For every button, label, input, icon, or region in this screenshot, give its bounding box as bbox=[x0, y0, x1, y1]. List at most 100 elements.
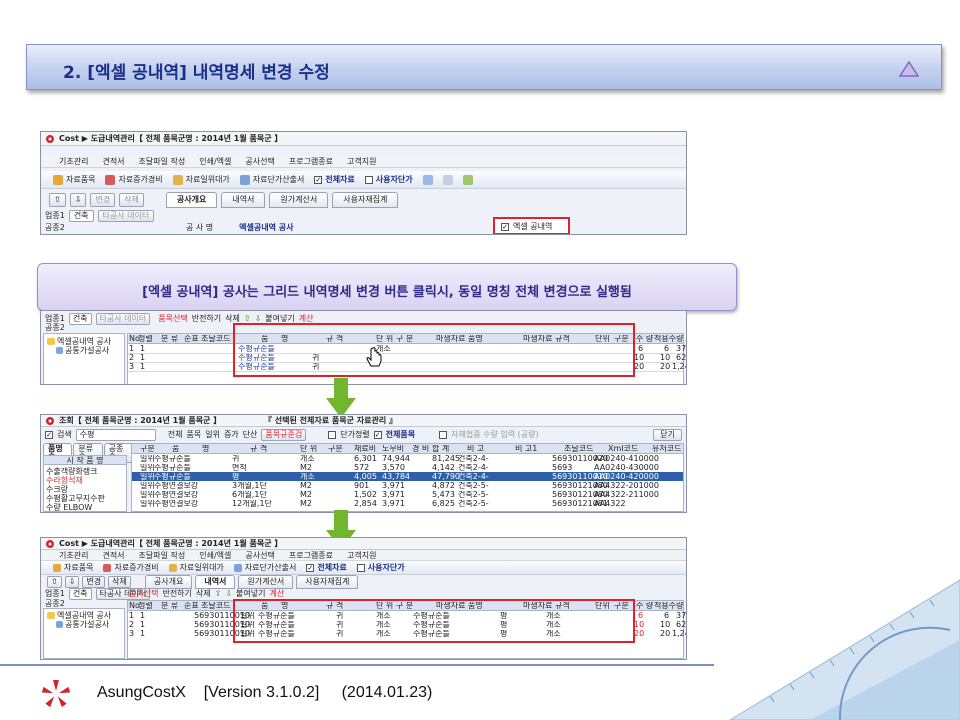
changed-columns-highlight bbox=[233, 599, 635, 643]
tree-node-project[interactable]: 엑셀공내역 공사 bbox=[47, 338, 111, 346]
tab-project-overview[interactable]: 공사개요 bbox=[144, 575, 193, 589]
table-row[interactable]: 일위 수평연결보강 12개월,1단 M2 2,854 3,971 6,825 건… bbox=[132, 499, 683, 508]
checkbox-checked-icon: ✓ bbox=[306, 563, 315, 572]
refresh-icon[interactable] bbox=[462, 174, 473, 185]
toolbar-item-materials[interactable]: 자료품목 bbox=[53, 563, 93, 572]
checkbox-checked-icon[interactable]: ✓ bbox=[45, 431, 53, 439]
tab-bill-of-quantities[interactable]: 내역서 bbox=[221, 192, 266, 208]
menu-item[interactable]: 조달파일 작성 bbox=[139, 552, 186, 560]
table-row[interactable]: 일위 수평연결보강 3개월,1단 M2 901 3,971 4,872 건축2-… bbox=[132, 481, 683, 490]
calculate-button[interactable]: 계산 bbox=[299, 315, 314, 323]
menu-item[interactable]: 공사선택 bbox=[245, 158, 274, 167]
triangle-up-icon[interactable] bbox=[898, 60, 920, 78]
category1-select[interactable]: 건축 bbox=[68, 210, 94, 222]
excel-estimate-checkbox[interactable]: ✓ 엑셀 공내역 bbox=[501, 223, 552, 231]
move-down-button[interactable]: ⇩ bbox=[69, 193, 87, 207]
menu-item[interactable]: 고객지원 bbox=[347, 158, 376, 167]
other-project-data-button[interactable]: 타공사 데이터 bbox=[97, 210, 155, 222]
table-row[interactable]: 일위 수평규준틀 면적 M2 572 3,570 4,142 건축2-4- 56… bbox=[132, 463, 683, 472]
menu-item[interactable]: 견적서 bbox=[102, 552, 124, 560]
row-name: 수평연결보강 bbox=[154, 500, 199, 508]
menu-item[interactable]: 프로그램종료 bbox=[289, 552, 333, 560]
user-price-checkbox[interactable]: 사용자단가 bbox=[364, 175, 413, 184]
tab-cost-statement[interactable]: 원가계산서 bbox=[269, 192, 329, 208]
toolbar-item-expenses[interactable]: 자료증가경비 bbox=[103, 563, 159, 572]
list-item[interactable]: 수출객량화랭크 bbox=[46, 467, 124, 476]
item-standard-button[interactable]: 품목규준검 bbox=[261, 429, 307, 441]
tree-node-common[interactable]: 공통가설공사 bbox=[56, 347, 109, 355]
move-up-button[interactable]: ⇧ bbox=[215, 590, 222, 598]
radio-all[interactable]: 전체 bbox=[168, 431, 183, 439]
toolbar: 자료품목 자료증가경비 자료일위대가 자료단가산출서 ✓ 전체자료 사용자단가 bbox=[41, 561, 686, 575]
menu-item[interactable]: 인쇄/엑셀 bbox=[199, 158, 231, 167]
move-down-button[interactable]: ⇩ bbox=[64, 576, 80, 588]
delete-button[interactable]: 삭제 bbox=[108, 576, 131, 588]
tab-project-overview[interactable]: 공사개요 bbox=[165, 192, 218, 208]
radio-increase[interactable]: 증가 bbox=[224, 431, 239, 439]
table-row-selected[interactable]: 일위 수평규준틀 평 개소 4,005 43,784 47,790 건축2-4-… bbox=[132, 472, 683, 481]
change-button[interactable]: 변경 bbox=[82, 576, 106, 588]
row-qty: 10 bbox=[634, 354, 645, 362]
change-button[interactable]: 변경 bbox=[90, 193, 116, 207]
move-down-button[interactable]: ⇩ bbox=[225, 590, 232, 598]
tab-user-materials[interactable]: 사용자재집계 bbox=[332, 192, 399, 208]
paste-button[interactable]: 붙여넣기 bbox=[236, 590, 265, 598]
list-item[interactable]: 수평활고무지수판 bbox=[46, 494, 124, 503]
menu-item[interactable]: 공사선택 bbox=[245, 552, 274, 560]
toolbar-item-expenses[interactable]: 자료증가경비 bbox=[105, 174, 163, 185]
paste-button[interactable]: 붙여넣기 bbox=[265, 315, 294, 323]
list-item[interactable]: 수량 ELBOW bbox=[46, 503, 124, 512]
delete-button[interactable]: 삭제 bbox=[119, 193, 144, 207]
menu-item[interactable]: 고객지원 bbox=[347, 552, 376, 560]
move-up-button[interactable]: ⇧ bbox=[47, 576, 62, 588]
radio-unit-cost[interactable]: 일위 bbox=[205, 431, 220, 439]
close-button[interactable]: 닫기 bbox=[653, 429, 682, 441]
toolbar-item-price-calc[interactable]: 자료단가산출서 bbox=[239, 174, 304, 185]
tree-node-common[interactable]: 공통가설공사 bbox=[56, 621, 109, 629]
delete-button[interactable]: 삭제 bbox=[196, 590, 211, 598]
item-select-button[interactable]: 품목선택 bbox=[129, 590, 158, 598]
list-item[interactable]: 수크랑 bbox=[46, 485, 124, 494]
toolbar-item-materials[interactable]: 자료품목 bbox=[53, 174, 95, 185]
checkbox-icon[interactable] bbox=[439, 431, 448, 439]
checkbox-icon[interactable] bbox=[328, 431, 337, 439]
search-icon[interactable] bbox=[422, 174, 433, 185]
tab-bill-of-quantities[interactable]: 내역서 bbox=[195, 575, 236, 589]
invert-button[interactable]: 반전하기 bbox=[192, 315, 221, 323]
checkbox-checked-icon[interactable]: ✓ bbox=[373, 431, 382, 439]
move-down-button[interactable]: ⇩ bbox=[255, 315, 262, 323]
search-input[interactable]: 수평 bbox=[75, 429, 156, 441]
menu-item[interactable]: 조달파일 작성 bbox=[139, 158, 186, 167]
radio-item[interactable]: 품목 bbox=[186, 431, 201, 439]
move-up-button[interactable]: ⇧ bbox=[49, 193, 66, 207]
material-qty-label: 자재협중 수량 입력 (공량) bbox=[451, 430, 539, 439]
menu-item[interactable]: 인쇄/엑셀 bbox=[199, 552, 231, 560]
chart-icon bbox=[105, 174, 116, 185]
item-select-button[interactable]: 품목선택 bbox=[158, 315, 187, 323]
menu-item[interactable]: 프로그램종료 bbox=[289, 158, 333, 167]
row-apply: 10 bbox=[660, 354, 671, 362]
toolbar-item-unit-cost[interactable]: 자료일위대가 bbox=[168, 563, 224, 572]
tree-node-project[interactable]: 엑셀공내역 공사 bbox=[47, 612, 111, 620]
menu-item[interactable]: 견적서 bbox=[102, 158, 124, 167]
calculate-button[interactable]: 계산 bbox=[270, 590, 285, 598]
radio-price-calc[interactable]: 단산 bbox=[243, 431, 258, 439]
toolbar-item-price-calc[interactable]: 자료단가산출서 bbox=[233, 563, 296, 572]
invert-button[interactable]: 반전하기 bbox=[162, 590, 191, 598]
tab-cost-statement[interactable]: 원가계산서 bbox=[238, 575, 294, 589]
category1-select[interactable]: 건축 bbox=[68, 588, 92, 600]
menu-item[interactable]: 기초관리 bbox=[59, 552, 88, 560]
table-row[interactable]: 일위 수평규준틀 귀 개소 6,301 74,944 81,245 건축2-4-… bbox=[132, 454, 683, 463]
list-item[interactable]: 수라항석재 bbox=[46, 476, 124, 485]
all-data-checkbox[interactable]: ✓ 전체자료 bbox=[306, 563, 347, 572]
delete-button[interactable]: 삭제 bbox=[225, 315, 240, 323]
toolbar-item-unit-cost[interactable]: 자료일위대가 bbox=[172, 174, 230, 185]
tools-icon[interactable] bbox=[442, 174, 453, 185]
tab-user-materials[interactable]: 사용자재집계 bbox=[296, 575, 359, 589]
move-up-button[interactable]: ⇧ bbox=[244, 315, 251, 323]
menu-item[interactable]: 기초관리 bbox=[59, 158, 88, 167]
user-price-checkbox[interactable]: 사용자단가 bbox=[356, 563, 405, 572]
all-data-checkbox[interactable]: ✓ 전체자료 bbox=[314, 175, 355, 184]
table-row[interactable]: 일위 수평연결보강 6개월,1단 M2 1,502 3,971 5,473 건축… bbox=[132, 490, 683, 499]
row-name: 수평규준틀 bbox=[154, 455, 191, 463]
